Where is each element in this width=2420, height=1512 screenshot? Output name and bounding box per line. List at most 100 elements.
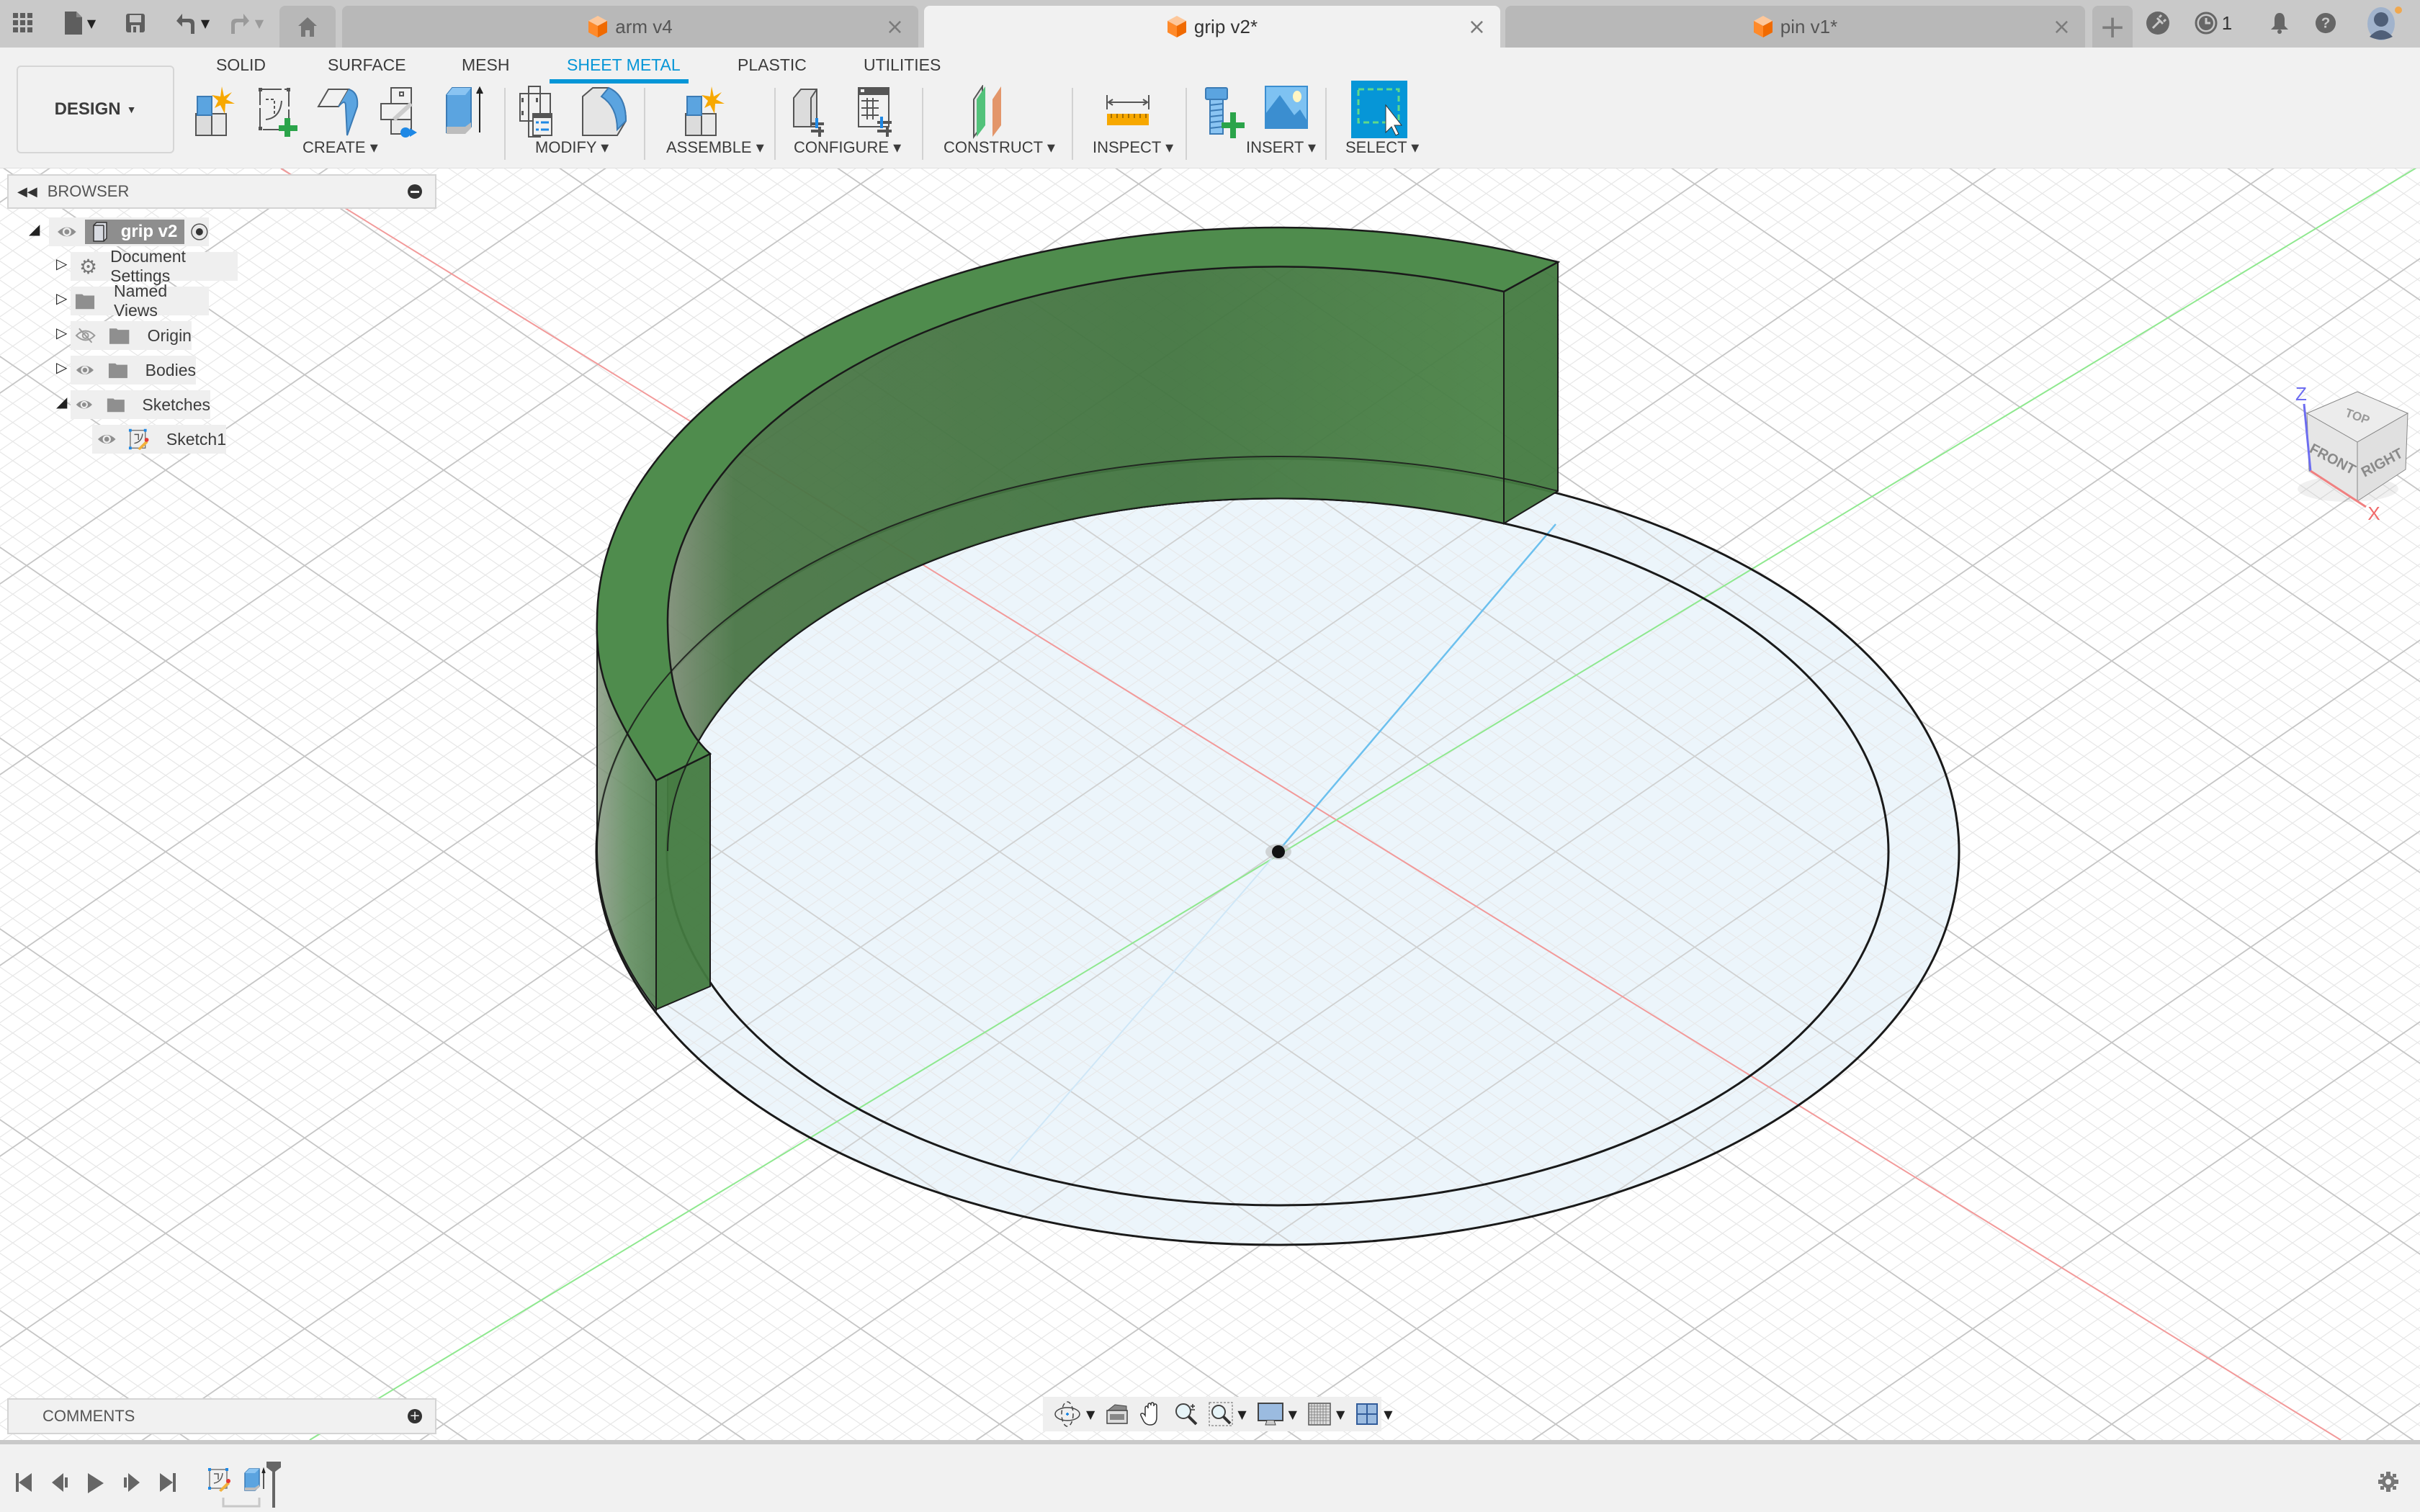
sheet-metal-rules-icon[interactable] [517, 85, 568, 140]
viewports-button[interactable]: ▼ [1355, 1402, 1393, 1426]
bend-icon[interactable] [580, 85, 630, 140]
browser-item-origin[interactable]: Origin [71, 321, 192, 350]
close-icon[interactable]: × [2053, 14, 2071, 40]
modify-group-label[interactable]: MODIFY ▾ [535, 138, 609, 157]
eye-icon[interactable] [97, 430, 117, 449]
expand-toggle-expanded[interactable]: ◢ [29, 220, 40, 238]
insert-group-label[interactable]: INSERT ▾ [1246, 138, 1316, 157]
expand-toggle-expanded[interactable]: ◢ [56, 393, 67, 411]
home-tab[interactable] [279, 6, 336, 48]
go-to-end-button[interactable] [158, 1472, 177, 1493]
eye-icon[interactable] [75, 395, 94, 414]
expand-toggle[interactable]: ▷ [56, 359, 67, 377]
timeline-settings-button[interactable] [2377, 1470, 2400, 1493]
chevron-down-icon[interactable]: ▼ [1336, 1408, 1345, 1421]
inspect-group-label[interactable]: INSPECT ▾ [1093, 138, 1173, 157]
workspace-switcher[interactable]: DESIGN ▼ [17, 66, 174, 153]
display-settings-button[interactable]: ▼ [1257, 1402, 1297, 1426]
zoom-button[interactable] [1174, 1402, 1198, 1426]
browser-item-named-views[interactable]: Named Views [71, 282, 209, 320]
assemble-group-label[interactable]: ASSEMBLE ▾ [666, 138, 764, 157]
eye-hidden-icon[interactable] [75, 326, 96, 345]
extensions-button[interactable] [2145, 9, 2171, 37]
fit-button[interactable]: ▼ [1209, 1402, 1247, 1426]
browser-panel-header[interactable]: ◀◀ BROWSER [7, 174, 436, 209]
notifications-button[interactable] [2269, 9, 2290, 37]
chevron-down-icon[interactable]: ▼ [1289, 1408, 1297, 1421]
new-component-icon[interactable] [193, 85, 243, 140]
minimize-panel-icon[interactable] [408, 184, 422, 199]
select-window-icon[interactable] [1351, 81, 1407, 138]
user-profile-button[interactable] [2365, 6, 2403, 40]
measure-icon[interactable] [1104, 85, 1155, 140]
file-menu-button[interactable]: ▼ [60, 9, 99, 37]
design-cube-icon [1167, 16, 1186, 37]
eye-icon[interactable] [75, 361, 95, 379]
new-tab-button[interactable]: + [2092, 6, 2133, 48]
look-at-button[interactable] [1105, 1402, 1129, 1426]
expand-panel-icon[interactable]: + [408, 1409, 422, 1423]
timeline-marker[interactable] [265, 1460, 282, 1509]
go-to-start-button[interactable] [14, 1472, 33, 1493]
timeline-feature-extrude1[interactable] [243, 1467, 268, 1492]
help-button[interactable]: ? [2315, 9, 2336, 37]
unfold-icon[interactable] [378, 85, 429, 140]
select-group-label[interactable]: SELECT ▾ [1345, 138, 1419, 157]
expand-toggle[interactable]: ▷ [56, 255, 67, 273]
canvas-viewport[interactable]: TOP FRONT RIGHT Z X [0, 168, 2420, 1440]
extrude-icon[interactable] [441, 85, 491, 140]
tab-sheet-metal[interactable]: SHEET METAL [567, 50, 681, 79]
insert-canvas-icon[interactable] [1264, 85, 1314, 140]
orbit-button[interactable]: ▼ [1053, 1400, 1095, 1428]
configure-group-label[interactable]: CONFIGURE ▾ [794, 138, 901, 157]
close-icon[interactable]: × [1468, 14, 1486, 40]
job-status-button[interactable]: 1 [2192, 9, 2235, 37]
assemble-new-component-icon[interactable] [683, 85, 733, 140]
undo-button[interactable]: ▼ [171, 9, 213, 37]
viewcube[interactable]: TOP FRONT RIGHT Z X [2262, 363, 2420, 521]
step-back-button[interactable] [50, 1472, 69, 1493]
grid-settings-button[interactable]: ▼ [1307, 1402, 1345, 1426]
chevron-down-icon[interactable]: ▼ [1384, 1408, 1392, 1421]
step-forward-button[interactable] [122, 1472, 141, 1493]
tab-plastic[interactable]: PLASTIC [738, 50, 807, 79]
tab-arm-v4[interactable]: arm v4 × [342, 6, 918, 48]
tab-utilities[interactable]: UTILITIES [864, 50, 941, 79]
close-icon[interactable]: × [886, 14, 904, 40]
activate-radio-icon[interactable] [190, 222, 209, 241]
browser-item-sketch1[interactable]: Sketch1 [92, 425, 226, 454]
browser-item-sketches[interactable]: Sketches [71, 390, 210, 419]
origin-point[interactable] [1272, 845, 1285, 858]
browser-root-item[interactable]: grip v2 [49, 217, 209, 246]
3d-scene[interactable] [0, 168, 2420, 1440]
timeline-feature-sketch1[interactable] [207, 1467, 236, 1492]
tab-solid[interactable]: SOLID [216, 50, 266, 79]
offset-plane-icon[interactable] [971, 85, 1021, 140]
construct-group-label[interactable]: CONSTRUCT ▾ [944, 138, 1055, 157]
insert-mcmaster-icon[interactable] [1203, 85, 1253, 140]
expand-toggle[interactable]: ▷ [56, 289, 67, 307]
sketch-icon [129, 428, 149, 451]
save-button[interactable] [124, 9, 147, 37]
browser-item-document-settings[interactable]: ⚙ Document Settings [71, 247, 238, 285]
flange-icon[interactable] [317, 85, 367, 140]
browser-item-bodies[interactable]: Bodies [71, 356, 196, 384]
play-button[interactable] [86, 1472, 105, 1495]
chevron-down-icon[interactable]: ▼ [1086, 1408, 1095, 1421]
redo-button[interactable]: ▼ [225, 9, 268, 37]
expand-toggle[interactable]: ▷ [56, 324, 67, 342]
tab-pin-v1[interactable]: pin v1* × [1505, 6, 2085, 48]
tab-mesh[interactable]: MESH [462, 50, 509, 79]
tab-surface[interactable]: SURFACE [328, 50, 406, 79]
configure-table-icon[interactable] [856, 85, 906, 140]
chevron-down-icon[interactable]: ▼ [1237, 1408, 1246, 1421]
collapse-panel-icon[interactable]: ◀◀ [17, 184, 37, 199]
create-sketch-icon[interactable] [256, 85, 306, 140]
comments-panel-header[interactable]: COMMENTS + [7, 1398, 436, 1434]
create-group-label[interactable]: CREATE ▾ [302, 138, 378, 157]
grid-menu-icon[interactable] [10, 9, 36, 37]
tab-grip-v2[interactable]: grip v2* × [924, 6, 1500, 48]
configure-model-icon[interactable] [791, 85, 841, 140]
eye-icon[interactable] [56, 222, 78, 241]
pan-button[interactable] [1139, 1401, 1164, 1427]
